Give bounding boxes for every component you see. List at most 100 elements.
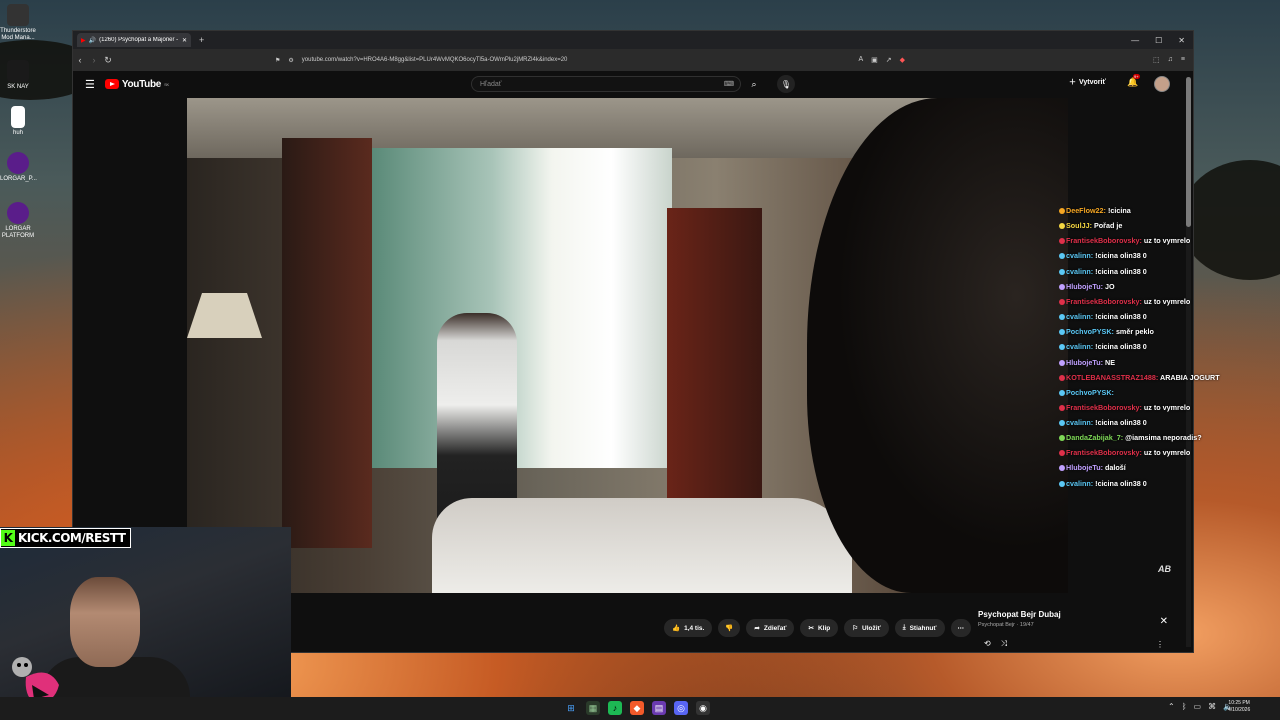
avatar[interactable] xyxy=(1154,76,1170,92)
chat-message: FrantisekBoborovsky: uz to vymrelo xyxy=(1059,235,1229,246)
extensions-icon[interactable]: ⬚ xyxy=(1153,56,1160,64)
more-vertical-icon[interactable]: ⋮ xyxy=(1156,640,1164,649)
brave-browser-icon[interactable]: ◆ xyxy=(630,701,644,715)
chat-badge-icon xyxy=(1059,223,1065,230)
browser-tab[interactable]: ▶ 🔊 (1260) Psychopat a Majoner - ✕ xyxy=(77,33,191,47)
chat-username: FrantisekBoborovsky: xyxy=(1066,236,1142,246)
tab-close-icon[interactable]: ✕ xyxy=(182,37,187,44)
menu-icon[interactable]: ≡ xyxy=(1181,56,1185,64)
maximize-button[interactable]: ☐ xyxy=(1155,36,1162,45)
media-icon[interactable]: ♫ xyxy=(1168,56,1173,64)
address-bar-actions: A ▣ ↗ ◆ ⬚ ♫ ≡ xyxy=(858,56,1193,64)
chat-text: JO xyxy=(1105,281,1115,291)
windows-start-icon[interactable]: ⊞ xyxy=(564,701,578,715)
chat-badge-icon xyxy=(1059,374,1065,381)
chat-text: Pořad je xyxy=(1093,221,1123,231)
bookmark-icon[interactable]: ⚑ xyxy=(275,57,280,64)
microphone-icon: 🎙 xyxy=(780,79,792,89)
chat-username: FrantisekBoborovsky: xyxy=(1066,403,1142,413)
reload-button[interactable]: ↻ xyxy=(101,55,115,66)
youtube-logo[interactable]: YouTube SK xyxy=(104,79,169,90)
kick-logo-icon: K xyxy=(1,530,15,546)
desktop-icon-lorgar-platform[interactable]: LORGAR PLATFORM xyxy=(0,202,36,240)
desktop-icon-lorgar[interactable]: LORGAR_P... xyxy=(0,152,37,183)
chat-badge-icon xyxy=(1059,420,1065,427)
close-icon[interactable]: ✕ xyxy=(1160,616,1168,627)
url-text[interactable]: youtube.com/watch?v=HRO4A6-M8gg&list=PLU… xyxy=(302,57,568,63)
task-view-icon[interactable]: ▦ xyxy=(586,701,600,715)
chat-text: !cicina xyxy=(1107,206,1131,215)
bluetooth-icon[interactable]: ᛒ xyxy=(1182,702,1187,711)
chat-text: !cicina olin38 0 xyxy=(1095,251,1147,261)
chat-username: cvalinn: xyxy=(1066,418,1094,428)
share-icon: ➦ xyxy=(754,625,760,632)
kick-banner: K KICK.COM/RESTT xyxy=(0,528,131,548)
clip-button[interactable]: ✂ Klip xyxy=(800,619,839,637)
translate-icon[interactable]: A xyxy=(858,56,863,64)
dislike-button[interactable]: 👎 xyxy=(718,619,741,637)
chevron-up-icon[interactable]: ⌃ xyxy=(1168,702,1175,711)
brave-shield-icon[interactable]: ◆ xyxy=(900,56,905,64)
minimize-button[interactable]: — xyxy=(1131,36,1139,45)
chat-overlay: DeeFlow22: !cicina SoulJJ: Pořad je Franti… xyxy=(1059,203,1229,491)
close-window-button[interactable]: ✕ xyxy=(1178,36,1185,45)
system-tray: ⌃ ᛒ ▭ ⌘ 🔈 xyxy=(1168,702,1233,711)
chat-badge-icon xyxy=(1059,238,1065,245)
notifications-button[interactable]: 🔔 9+ xyxy=(1127,74,1140,88)
chat-username: HlubojeTu: xyxy=(1066,281,1103,291)
spotify-icon[interactable]: ♪ xyxy=(608,701,622,715)
chat-message: cvalinn: !cicina olin38 0 xyxy=(1059,309,1229,324)
video-player[interactable] xyxy=(187,98,1068,593)
hamburger-menu-icon[interactable]: ☰ xyxy=(85,78,95,91)
chat-text: !cicina olin38 0 xyxy=(1095,478,1147,488)
scissors-icon: ✂ xyxy=(808,625,814,632)
obs-icon[interactable]: ◉ xyxy=(696,701,710,715)
new-tab-button[interactable]: + xyxy=(199,35,204,45)
chat-message: SoulJJ: Pořad je xyxy=(1059,218,1229,233)
chat-username: cvalinn: xyxy=(1066,478,1094,488)
site-info-icon[interactable]: ⚙ xyxy=(288,57,293,64)
desktop-icon-thunderstore[interactable]: Thunderstore Mod Mana... xyxy=(0,4,36,42)
chat-username: cvalinn: xyxy=(1066,266,1094,276)
chat-text: NE xyxy=(1105,357,1115,367)
chat-text: !cicina olin38 0 xyxy=(1095,266,1147,276)
loop-icon[interactable]: ⟲ xyxy=(984,639,991,649)
keyboard-icon[interactable]: ⌨ xyxy=(724,80,734,88)
chat-badge-icon xyxy=(1059,283,1065,290)
thumbs-up-icon: 👍 xyxy=(672,625,681,632)
desktop-icon-huh[interactable]: huh xyxy=(0,106,36,137)
download-button[interactable]: ⤓ Stiahnuť xyxy=(894,619,945,637)
search-input[interactable]: Hľadať ⌨ xyxy=(471,76,741,92)
create-button[interactable]: ＋ Vytvoriť xyxy=(1069,77,1106,87)
more-actions-button[interactable]: ⋯ xyxy=(950,619,972,637)
network-icon[interactable]: ⌘ xyxy=(1208,702,1216,711)
monitor-icon[interactable]: ▭ xyxy=(1194,702,1202,711)
voice-search-button[interactable]: 🎙 xyxy=(777,75,795,93)
chat-message: cvalinn: !cicina olin38 0 xyxy=(1059,339,1229,354)
pip-icon[interactable]: ▣ xyxy=(871,56,878,64)
chat-message: cvalinn: !cicina olin38 0 xyxy=(1059,248,1229,263)
shuffle-icon[interactable]: ⤨ xyxy=(1001,639,1007,649)
chat-text: směr peklo xyxy=(1115,327,1154,337)
chat-badge-icon xyxy=(1059,435,1065,442)
share-page-icon[interactable]: ↗ xyxy=(886,56,892,64)
chat-message: cvalinn: !cicina olin38 0 xyxy=(1059,415,1229,430)
discord-icon[interactable]: ◎ xyxy=(674,701,688,715)
thumbs-down-icon: 👎 xyxy=(725,625,734,632)
playlist-title[interactable]: Psychopat Bejr Dubaj xyxy=(978,610,1176,619)
chat-message: HlubojeTu: daloší xyxy=(1059,460,1229,475)
save-button[interactable]: ⚐ Uložiť xyxy=(844,619,889,637)
desktop-icon-sk-nay[interactable]: SK NAY xyxy=(0,60,36,91)
share-button[interactable]: ➦ Zdieľať xyxy=(746,619,795,637)
playlist-meta: Psychopat Bejr · 19/47 xyxy=(978,622,1034,628)
chat-message: PochvoPYSK: směr peklo xyxy=(1059,324,1229,339)
chat-username: PochvoPYSK: xyxy=(1066,327,1114,337)
forward-button[interactable]: › xyxy=(87,55,101,65)
chat-text: !cicina olin38 0 xyxy=(1095,312,1147,322)
like-button[interactable]: 👍 1,4 tis. xyxy=(664,619,713,637)
taskbar-clock[interactable]: 10:25 PM 4/10/2026 xyxy=(1228,700,1250,714)
search-button[interactable]: ⌕ xyxy=(741,76,767,92)
twitch-icon[interactable]: ▤ xyxy=(652,701,666,715)
back-button[interactable]: ‹ xyxy=(73,55,87,65)
chat-text: daloší xyxy=(1105,463,1126,473)
